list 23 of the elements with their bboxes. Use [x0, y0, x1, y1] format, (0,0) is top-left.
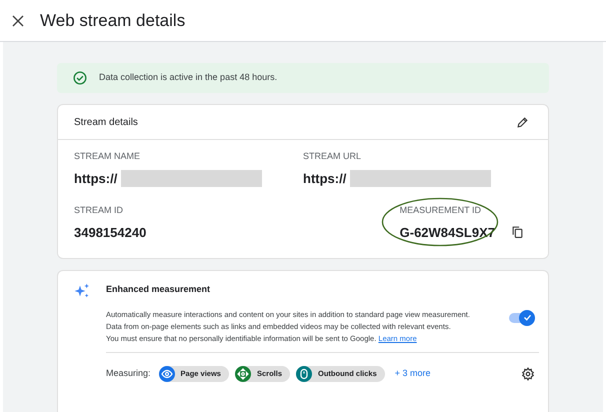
banner-text: Data collection is active in the past 48 hours.: [99, 71, 278, 84]
copy-button[interactable]: [511, 225, 524, 240]
settings-button[interactable]: [521, 366, 535, 380]
field-value: https://: [303, 170, 346, 188]
sparkle-icon: [74, 283, 90, 299]
field-label: STREAM ID: [74, 204, 124, 217]
field-label: MEASUREMENT ID: [400, 204, 482, 217]
card-title: Stream details: [74, 116, 138, 130]
close-icon: [12, 14, 24, 26]
check-circle-icon: [73, 71, 87, 85]
settings-icon: [521, 366, 535, 380]
page-title: Web stream details: [40, 10, 186, 32]
copy-icon: [511, 225, 524, 240]
check-icon: [522, 313, 532, 322]
more-link[interactable]: + 3 more: [394, 366, 431, 380]
toggle-switch[interactable]: [507, 310, 535, 326]
measuring-label: Measuring:: [106, 366, 151, 380]
field-label: STREAM NAME: [74, 150, 142, 163]
pencil-icon: [516, 116, 528, 128]
field-label: STREAM URL: [303, 150, 362, 163]
field-value: 3498154240: [74, 224, 146, 242]
section-title: Enhanced measurement: [106, 283, 212, 296]
field-value: https://: [74, 170, 118, 188]
